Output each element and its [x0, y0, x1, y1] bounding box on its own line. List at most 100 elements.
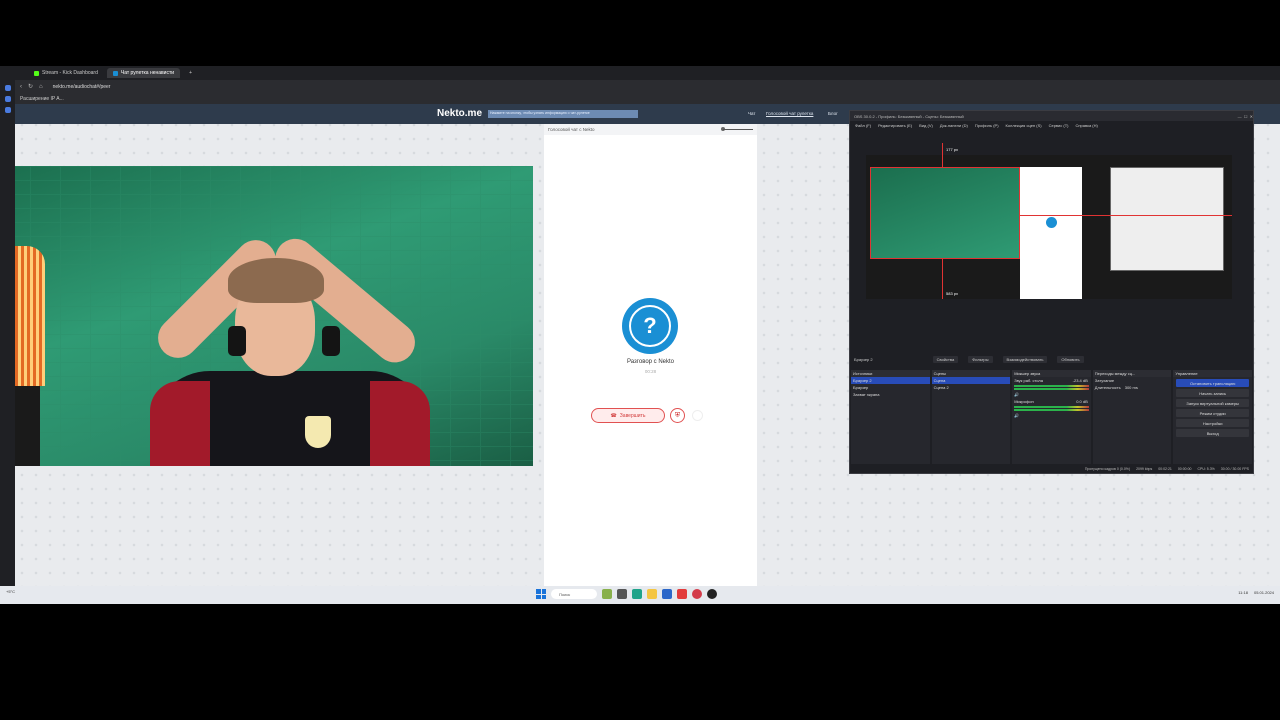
back-icon[interactable]: ‹	[20, 84, 22, 90]
sidebar-icon[interactable]	[4, 107, 11, 113]
obs-statusbar: Пропущено кадров 0 (0.0%) 2099 kbps 00:0…	[850, 465, 1253, 473]
browser-tab-nekto[interactable]: Чат рулетка ненависти	[106, 68, 181, 78]
menu-help[interactable]: Справка (H)	[1076, 123, 1098, 128]
source-item[interactable]: Браузер	[851, 384, 930, 391]
nav-link-chat[interactable]: Чат	[748, 111, 755, 116]
preview-browser-source[interactable]	[1020, 167, 1082, 299]
window-controls[interactable]: — ☐ ✕	[1238, 114, 1253, 119]
menu-docks[interactable]: Док-панели (D)	[940, 123, 968, 128]
clock-time[interactable]: 11:18	[1238, 590, 1248, 595]
webcam-video	[15, 166, 533, 466]
bookmark-item[interactable]: Расширение IP A...	[20, 96, 64, 102]
nav-link-voice-chat[interactable]: Голосовой чат рулетка	[766, 111, 813, 116]
system-tray: 11:18 05.01.2024	[1238, 590, 1274, 595]
start-icon[interactable]	[536, 589, 546, 599]
properties-button[interactable]: Свойства	[932, 355, 959, 363]
explorer-icon[interactable]	[647, 589, 657, 599]
bookmarks-bar: Расширение IP A...	[0, 93, 1280, 104]
mixer-title: Микшер звука	[1012, 370, 1091, 377]
menu-scene-collection[interactable]: Коллекция сцен (S)	[1006, 123, 1042, 128]
stop-streaming-button[interactable]: Остановить трансляцию	[1176, 379, 1249, 387]
interact-button[interactable]: Взаимодействовать	[1002, 355, 1048, 363]
unknown-peer-avatar: ?	[622, 298, 678, 354]
desktop-screen: Stream - Kick Dashboard Чат рулетка нена…	[0, 66, 1280, 604]
transition-select[interactable]: Затухание	[1093, 377, 1172, 384]
exit-button[interactable]: Выход	[1176, 429, 1249, 437]
address-bar: ‹ ↻ ⌂ nekto.me/audiochat#/peer	[0, 80, 1280, 93]
distance-label-bottom: 583 px	[946, 291, 959, 296]
scene-item[interactable]: Сцена	[931, 377, 1011, 384]
preview-webcam-source[interactable]	[870, 167, 1020, 259]
obs-preview[interactable]: 177 px 583 px	[866, 143, 1232, 299]
nekto-icon	[112, 70, 118, 76]
duration-label: Длительность	[1094, 385, 1121, 390]
obs-icon[interactable]	[707, 589, 717, 599]
source-item[interactable]: Браузер 2	[851, 377, 930, 384]
app-icon[interactable]	[602, 589, 612, 599]
menu-file[interactable]: Файл (F)	[855, 123, 871, 128]
duration-field[interactable]: 300 ms	[1125, 385, 1138, 390]
volume-slider[interactable]: 🔊	[1012, 412, 1091, 419]
browser-tabstrip: Stream - Kick Dashboard Чат рулетка нена…	[0, 66, 1280, 80]
question-icon: ?	[629, 305, 671, 347]
scene-item[interactable]: Сцена 2	[932, 384, 1011, 391]
opera-icon[interactable]	[692, 589, 702, 599]
report-shield-icon[interactable]: ⛨	[670, 408, 685, 423]
chat-title: Голосовой чат с Nekto	[548, 127, 595, 132]
url-field[interactable]: nekto.me/audiochat#/peer	[53, 84, 111, 90]
obs-title: OBS 30.0.2 - Профиль: Безымянный - Сцены…	[854, 113, 964, 119]
virtual-camera-button[interactable]: Запуск виртуальной камеры	[1176, 399, 1249, 407]
filters-button[interactable]: Фильтры	[968, 355, 993, 363]
cpu-usage: CPU: 5.3%	[1197, 467, 1215, 471]
browser-tab-kick[interactable]: Stream - Kick Dashboard	[28, 68, 104, 78]
stream-time: 00:02:21	[1158, 467, 1172, 471]
nekto-logo[interactable]: Nekto.me	[437, 108, 482, 119]
end-call-label: Завершить	[619, 412, 646, 419]
nav-link-blog[interactable]: Блог	[828, 111, 838, 116]
store-icon[interactable]	[662, 589, 672, 599]
sidebar-icon[interactable]	[4, 96, 11, 102]
fps: 30.00 / 30.00 FPS	[1220, 467, 1249, 471]
menu-edit[interactable]: Редактировать (E)	[878, 123, 912, 128]
source-item[interactable]: Захват экрана	[851, 391, 930, 398]
settings-button[interactable]: Настройки	[1176, 419, 1249, 427]
new-tab-button[interactable]: +	[183, 68, 198, 78]
edge-icon[interactable]	[632, 589, 642, 599]
menu-profile[interactable]: Профиль (P)	[975, 123, 999, 128]
preview-screen-capture[interactable]	[1110, 167, 1224, 271]
weather-widget[interactable]: +5°C	[6, 589, 15, 594]
menu-tools[interactable]: Сервис (T)	[1049, 123, 1069, 128]
obs-menubar: Файл (F) Редактировать (E) Вид (V) Док-п…	[850, 121, 1253, 129]
end-call-button[interactable]: ☎ Завершить	[591, 408, 665, 423]
start-recording-button[interactable]: Начать запись	[1176, 389, 1249, 397]
volume-slider[interactable]: 🔊	[1012, 391, 1091, 398]
taskbar-apps: Поиск	[536, 589, 717, 599]
notice-banner[interactable]: Нажмите на кнопку, чтобы узнать информац…	[488, 110, 638, 118]
scenes-dock: Сцены Сцена Сцена 2	[931, 370, 1011, 464]
browser-sidebar	[0, 80, 15, 590]
sidebar-icon[interactable]	[4, 85, 11, 91]
studio-mode-button[interactable]: Режим студии	[1176, 409, 1249, 417]
sources-dock: Источники Браузер 2 Браузер Захват экран…	[851, 370, 930, 464]
reload-icon[interactable]: ↻	[28, 83, 33, 90]
home-icon[interactable]: ⌂	[39, 84, 43, 90]
dropped-frames: Пропущено кадров 0 (0.0%)	[1084, 467, 1131, 471]
obs-titlebar: OBS 30.0.2 - Профиль: Безымянный - Сцены…	[850, 111, 1253, 121]
refresh-button[interactable]: Обновить	[1057, 355, 1084, 363]
yandex-icon[interactable]	[677, 589, 687, 599]
settings-icon[interactable]	[692, 410, 703, 421]
bitrate: 2099 kbps	[1136, 467, 1153, 471]
preview-question-icon	[1046, 217, 1057, 228]
controls-title: Управление	[1173, 370, 1252, 377]
audio-mixer-dock: Микшер звука Звук раб. стола -23.4 dB 🔊 …	[1012, 370, 1091, 464]
distance-label-top: 177 px	[946, 147, 959, 152]
task-view-icon[interactable]	[617, 589, 627, 599]
mixer-channel-name: Микрофон	[1014, 399, 1034, 404]
kick-icon	[34, 70, 39, 76]
clock-date[interactable]: 05.01.2024	[1254, 590, 1274, 595]
volume-slider[interactable]	[723, 129, 753, 130]
club-crest	[305, 416, 331, 448]
menu-view[interactable]: Вид (V)	[919, 123, 933, 128]
audio-meter	[1014, 388, 1089, 390]
taskbar-search[interactable]: Поиск	[551, 589, 597, 599]
